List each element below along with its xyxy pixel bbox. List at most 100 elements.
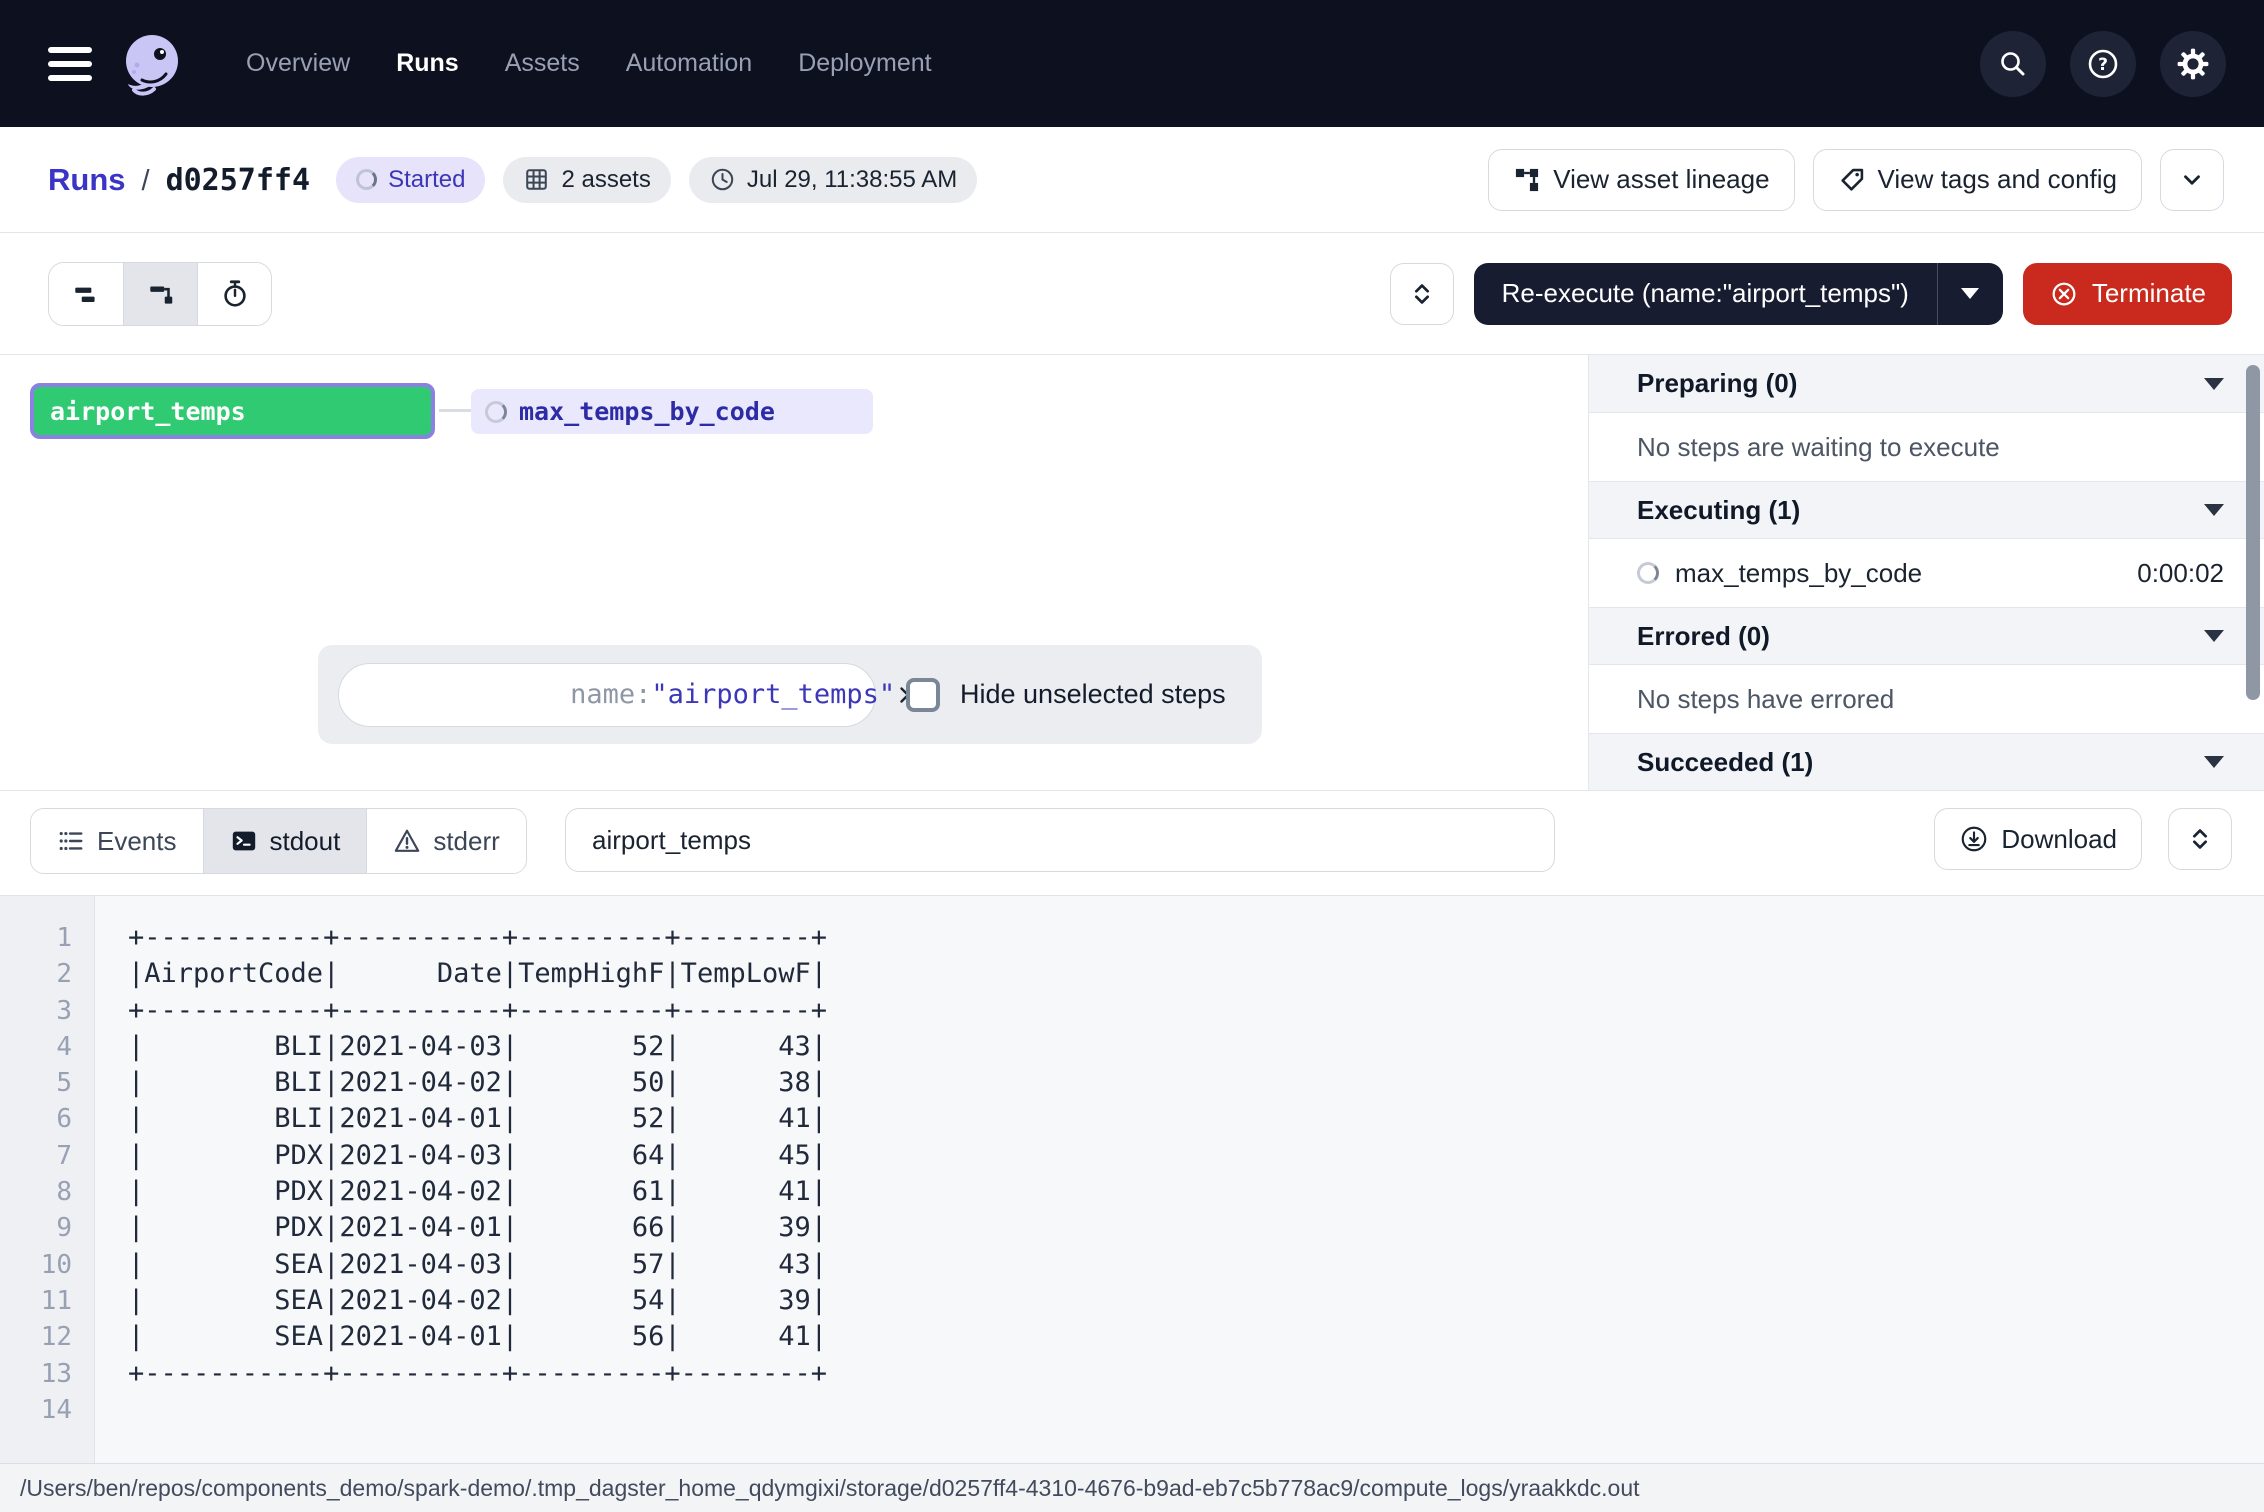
view-waterfall-button[interactable] [123,263,197,325]
step-node-max-temps-by-code[interactable]: max_temps_by_code [471,389,873,434]
main-nav-items: Overview Runs Assets Automation Deployme… [246,49,932,78]
log-line-number: 1 [0,920,94,956]
dagster-logo-icon[interactable] [120,32,184,96]
zoom-fit-button[interactable] [1390,263,1454,325]
executing-step-name: max_temps_by_code [1675,558,1922,589]
log-line-number: 7 [0,1138,94,1174]
log-line-number: 13 [0,1356,94,1392]
step-status-panel: Preparing (0) No steps are waiting to ex… [1588,355,2264,790]
nav-item-runs[interactable]: Runs [396,49,459,78]
hide-unselected-control: Hide unselected steps [906,678,1226,712]
assets-badge[interactable]: 2 assets [503,157,670,203]
settings-button[interactable] [2160,31,2226,97]
log-line-number: 8 [0,1174,94,1210]
section-header-errored[interactable]: Errored (0) [1589,607,2264,665]
log-line: +-----------+----------+---------+------… [128,993,2264,1029]
unfold-icon [1407,279,1437,309]
log-line: |AirportCode| Date|TempHighF|TempLowF| [128,956,2264,992]
svg-text:?: ? [2098,55,2108,75]
view-tags-and-config-button[interactable]: View tags and config [1813,149,2142,211]
gantt-graph-area: airport_temps max_temps_by_code name:"ai… [0,355,1588,790]
log-line-number: 9 [0,1210,94,1246]
log-file-path: /Users/ben/repos/components_demo/spark-d… [20,1475,1640,1502]
section-header-succeeded[interactable]: Succeeded (1) [1589,733,2264,790]
run-header: Runs / d0257ff4 Started 2 assets [0,127,2264,233]
tag-icon [1838,166,1866,194]
log-line: +-----------+----------+---------+------… [128,1356,2264,1392]
log-line: | BLI|2021-04-02| 50| 38| [128,1065,2264,1101]
run-header-actions: View asset lineage View tags and config [1488,149,2224,211]
gantt-flat-icon [71,279,101,309]
log-line-number: 11 [0,1283,94,1319]
toolbar-right-actions: Re-execute (name:"airport_temps") Termin… [1390,263,2232,325]
terminal-icon [230,827,258,855]
log-line-number: 2 [0,956,94,992]
panel-scrollbar[interactable] [2246,365,2260,700]
nav-item-automation[interactable]: Automation [626,49,752,78]
log-line-number: 5 [0,1065,94,1101]
log-line-number: 4 [0,1029,94,1065]
terminate-button[interactable]: Terminate [2023,263,2232,325]
hamburger-menu-icon[interactable] [48,47,92,81]
executing-step-elapsed: 0:00:02 [2137,558,2224,589]
caret-down-icon [2204,756,2224,768]
log-line: | BLI|2021-04-01| 52| 41| [128,1101,2264,1137]
caret-down-icon [2204,378,2224,390]
view-asset-lineage-button[interactable]: View asset lineage [1488,149,1794,211]
event-list-icon [57,827,85,855]
caret-down-icon [1961,288,1979,299]
section-empty-message: No steps have errored [1589,665,2264,733]
view-timer-button[interactable] [197,263,271,325]
dagster-run-page: Overview Runs Assets Automation Deployme… [0,0,2264,1512]
nav-item-assets[interactable]: Assets [505,49,580,78]
log-type-tabs: Events stdout stderr [30,808,527,874]
log-viewer[interactable]: 1234567891011121314 +-----------+-------… [0,895,2264,1463]
log-line: | PDX|2021-04-03| 64| 45| [128,1138,2264,1174]
tab-stdout[interactable]: stdout [203,809,367,873]
log-file-filter-input[interactable] [565,808,1555,872]
step-node-airport-temps[interactable]: airport_temps [30,383,435,439]
search-button[interactable] [1980,31,2046,97]
expand-log-button[interactable] [2168,808,2232,870]
search-icon [1997,48,2029,80]
run-badges: Started 2 assets Jul 29, 11:38:55 AM [336,157,977,203]
clock-icon [709,166,736,193]
spinner-icon [485,401,507,423]
view-flat-button[interactable] [49,263,123,325]
top-nav-bar: Overview Runs Assets Automation Deployme… [0,0,2264,127]
more-run-actions-button[interactable] [2160,149,2224,211]
tab-stderr[interactable]: stderr [366,809,525,873]
gantt-view-toggle [48,262,272,326]
log-line-number: 10 [0,1247,94,1283]
executing-step-row[interactable]: max_temps_by_code 0:00:02 [1589,539,2264,607]
reexecute-button-group: Re-execute (name:"airport_temps") [1474,263,2003,325]
step-filter-input[interactable]: name:"airport_temps" [338,663,876,727]
timestamp-badge: Jul 29, 11:38:55 AM [689,157,977,203]
step-filter-panel: name:"airport_temps" Hide unselected ste… [318,645,1262,744]
caret-down-icon [2204,504,2224,516]
tab-events[interactable]: Events [31,809,203,873]
reexecute-dropdown-button[interactable] [1937,263,2003,325]
nav-item-deployment[interactable]: Deployment [798,49,931,78]
reexecute-button[interactable]: Re-execute (name:"airport_temps") [1474,263,1937,325]
filter-query: "airport_temps" [651,679,895,710]
hide-unselected-checkbox[interactable] [906,678,940,712]
log-line: | PDX|2021-04-01| 66| 39| [128,1210,2264,1246]
help-button[interactable]: ? [2070,31,2136,97]
breadcrumb-runs-link[interactable]: Runs [48,162,126,198]
circle-x-icon [2049,279,2079,309]
section-header-executing[interactable]: Executing (1) [1589,481,2264,539]
spinner-icon [1637,562,1659,584]
spinner-icon [356,169,377,190]
log-line-number: 6 [0,1101,94,1137]
chevron-down-icon [2179,167,2205,193]
timer-icon [220,279,250,309]
section-header-preparing[interactable]: Preparing (0) [1589,355,2264,413]
unfold-icon [2185,824,2215,854]
nav-item-overview[interactable]: Overview [246,49,350,78]
log-line-number: 12 [0,1319,94,1355]
log-line: | BLI|2021-04-03| 52| 43| [128,1029,2264,1065]
gantt-waterfall-icon [146,279,176,309]
download-button[interactable]: Download [1934,808,2142,870]
log-line [128,1392,2264,1428]
